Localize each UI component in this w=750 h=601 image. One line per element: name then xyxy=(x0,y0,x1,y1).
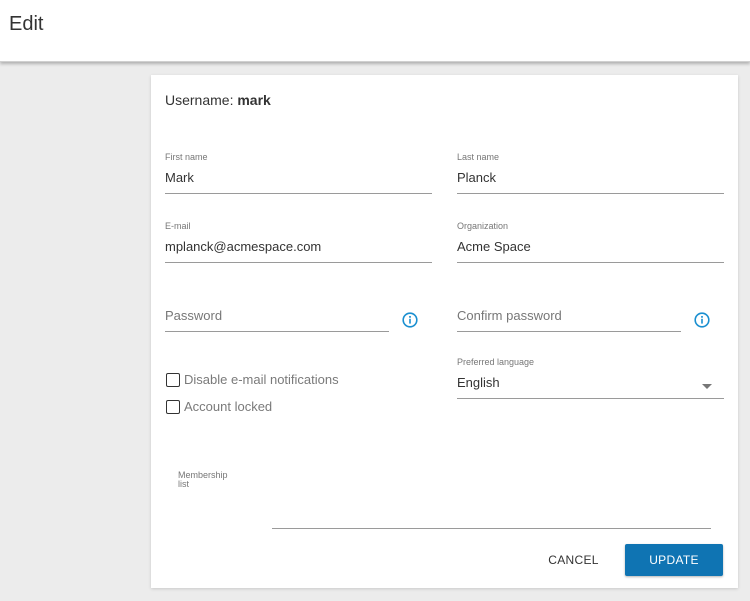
organization-input[interactable]: Acme Space xyxy=(457,236,724,258)
disable-notifications-label: Disable e-mail notifications xyxy=(184,372,339,387)
page-title: Edit xyxy=(9,13,44,35)
first-name-input[interactable]: Mark xyxy=(165,167,432,189)
edit-user-card: Username: mark First name Mark Last name… xyxy=(151,75,738,588)
organization-underline xyxy=(457,262,724,263)
confirm-password-underline xyxy=(457,331,681,332)
caret-down-icon[interactable] xyxy=(702,384,712,389)
organization-field[interactable]: Organization Acme Space xyxy=(457,220,724,263)
checkbox-box[interactable] xyxy=(166,399,180,414)
cancel-button[interactable]: CANCEL xyxy=(540,544,607,576)
password-underline xyxy=(165,331,389,332)
last-name-input[interactable]: Planck xyxy=(457,167,724,189)
first-name-label: First name xyxy=(165,152,208,162)
preferred-language-value[interactable]: English xyxy=(457,372,724,394)
last-name-field[interactable]: Last name Planck xyxy=(457,151,724,194)
confirm-password-input[interactable]: Confirm password xyxy=(457,305,681,327)
first-name-field[interactable]: First name Mark xyxy=(165,151,432,194)
last-name-underline xyxy=(457,193,724,194)
email-label: E-mail xyxy=(165,221,191,231)
email-underline xyxy=(165,262,432,263)
account-locked-label: Account locked xyxy=(184,399,273,414)
disable-notifications-checkbox[interactable]: Disable e-mail notifications xyxy=(166,372,339,387)
email-input[interactable]: mplanck@acmespace.com xyxy=(165,236,432,258)
top-bar: Edit xyxy=(0,0,750,62)
confirm-password-field[interactable]: Confirm password xyxy=(457,289,681,332)
email-field[interactable]: E-mail mplanck@acmespace.com xyxy=(165,220,432,263)
checkbox-box[interactable] xyxy=(166,372,180,387)
account-locked-checkbox[interactable]: Account locked xyxy=(166,399,272,414)
preferred-language-label: Preferred language xyxy=(457,357,535,367)
update-button[interactable]: UPDATE xyxy=(625,544,723,576)
preferred-language-underline xyxy=(457,398,724,399)
preferred-language-select[interactable]: Preferred language English xyxy=(457,356,724,399)
confirm-password-info-icon[interactable] xyxy=(694,312,710,328)
last-name-label: Last name xyxy=(457,152,500,162)
organization-label: Organization xyxy=(457,221,509,231)
password-info-icon[interactable] xyxy=(402,312,418,328)
first-name-underline xyxy=(165,193,432,194)
membership-list-label: Membership list xyxy=(178,470,228,489)
username-line: Username: mark xyxy=(165,92,271,108)
username-value: mark xyxy=(237,92,271,108)
membership-list-input[interactable] xyxy=(272,528,711,529)
username-label: Username: xyxy=(165,92,234,108)
password-field[interactable]: Password xyxy=(165,289,389,332)
password-input[interactable]: Password xyxy=(165,305,389,327)
